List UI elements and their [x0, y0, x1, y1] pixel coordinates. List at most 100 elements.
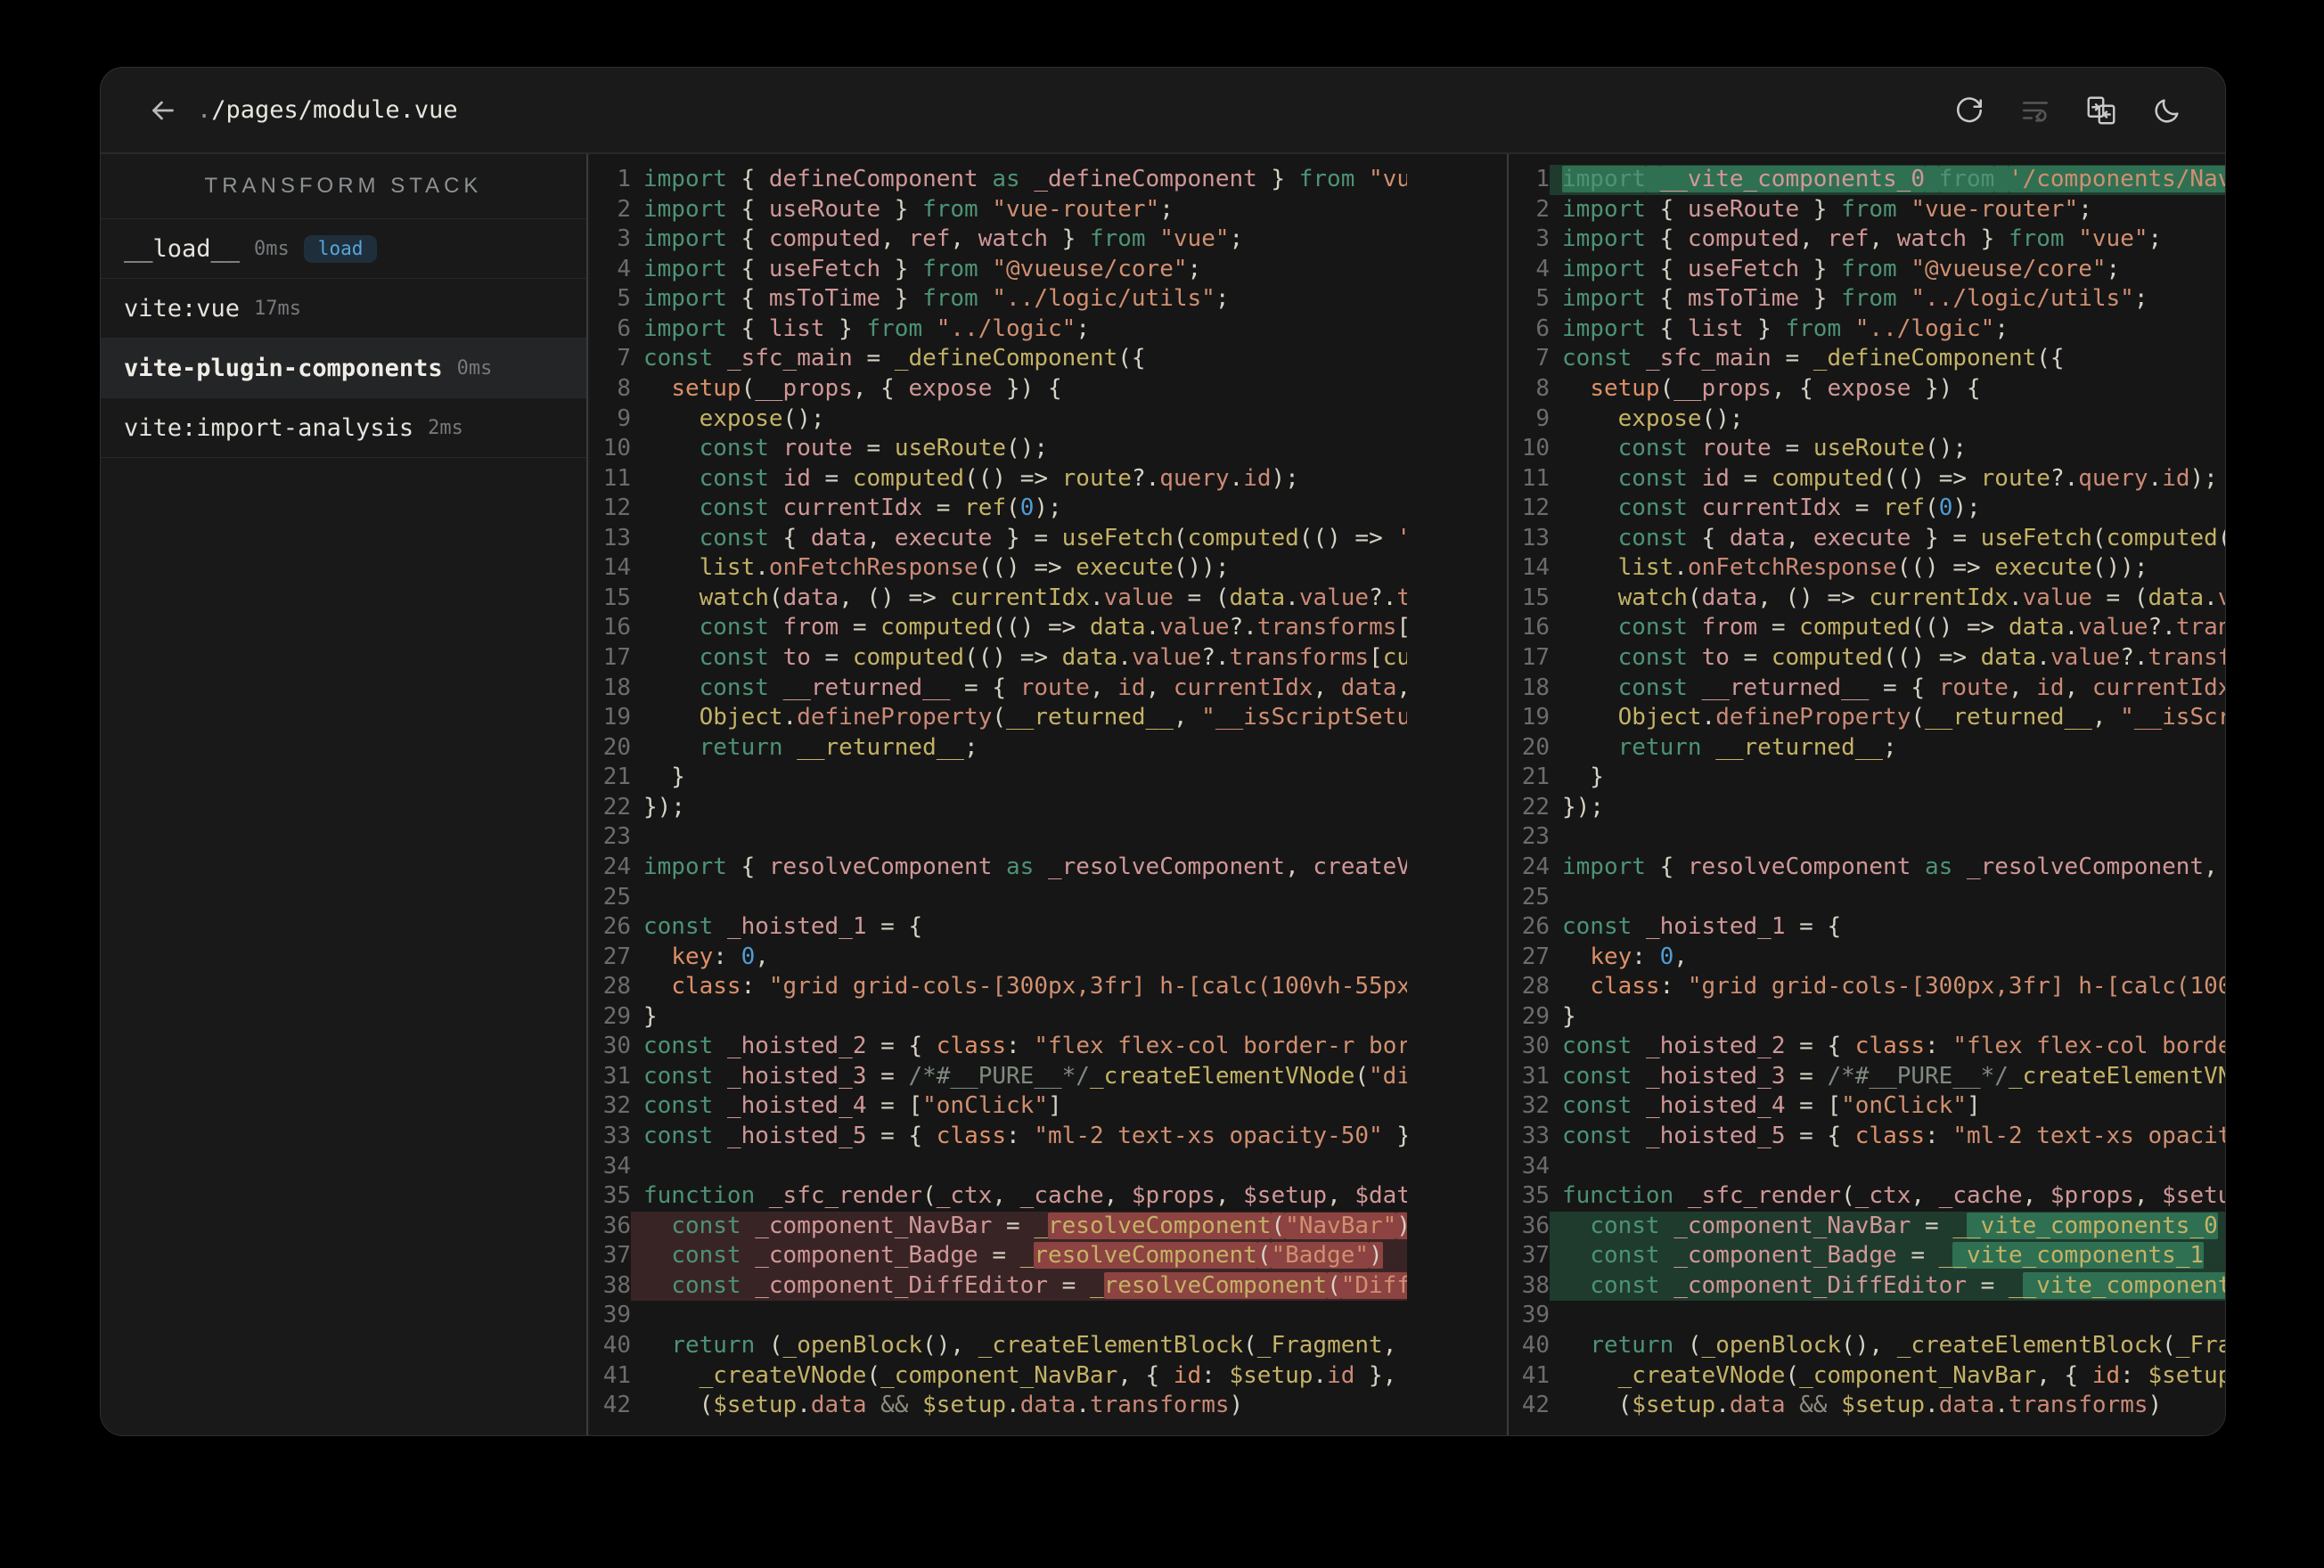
code-text: function _sfc_render(_ctx, _cache, $prop…	[1562, 1182, 2225, 1210]
line-number: 30	[602, 1033, 631, 1060]
back-button[interactable]	[145, 93, 181, 128]
code-line: 25	[1509, 883, 2225, 913]
header-actions	[1952, 94, 2184, 127]
code-line: 15 watch(data, () => currentIdx.value = …	[590, 584, 1407, 614]
code-line: 37 const _component_Badge = _resolveComp…	[590, 1241, 1407, 1271]
code-text: const _hoisted_4 = ["onClick"]	[643, 1092, 1062, 1120]
code-text: const from = computed(() => data.value?.…	[699, 614, 1407, 641]
code-text: const _hoisted_5 = { class: "ml-2 text-x…	[1562, 1123, 2225, 1149]
code-line: 29}	[590, 1002, 1407, 1033]
file-path-main: /pages/module.vue	[211, 96, 458, 124]
code-text: const to = computed(() => data.value?.tr…	[1617, 644, 2225, 671]
code-line: 26 const _hoisted_1 = {	[1509, 912, 2225, 943]
side-by-side-diff-icon	[2087, 96, 2115, 124]
code-line: 10 const route = useRoute();	[590, 434, 1407, 464]
code-text: import { list } from "../logic";	[1562, 314, 2009, 342]
line-number: 40	[1521, 1331, 1550, 1359]
code-text: const _sfc_main = _defineComponent({	[643, 345, 1146, 372]
code-line: 20 return __returned__;	[1509, 733, 2225, 764]
line-number: 30	[1521, 1033, 1550, 1060]
code-line: 27 key: 0,	[1509, 943, 2225, 973]
line-number: 4	[1535, 255, 1550, 282]
code-line: 41 _createVNode(_component_NavBar, { id:…	[590, 1361, 1407, 1392]
code-text: });	[1562, 793, 1604, 821]
code-line: 24 import { resolveComponent as _resolveC…	[590, 853, 1407, 883]
code-text: import { resolveComponent as _resolveCom…	[643, 853, 1407, 880]
side-by-side-toggle-button[interactable]	[2084, 94, 2118, 127]
line-number: 29	[1521, 1002, 1550, 1030]
code-line: 38 const _component_DiffEditor = __vite_…	[1509, 1270, 2225, 1302]
code-text: }	[643, 764, 685, 791]
line-number: 2	[1535, 195, 1550, 223]
code-line: 5 import { msToTime } from "../logic/util…	[590, 284, 1407, 314]
line-number: 3	[617, 225, 631, 253]
code-text: const route = useRoute();	[699, 435, 1049, 462]
line-number: 4	[617, 255, 631, 282]
word-wrap-icon	[2022, 101, 2049, 122]
transform-stack-item-vite-import-analysis[interactable]: vite:import-analysis 2ms	[101, 398, 586, 458]
code-line: 1 import __vite_components_0 from '/compo…	[1509, 165, 2225, 195]
line-number: 28	[602, 973, 631, 1000]
transform-stack-list: __load__ 0ms load vite:vue 17ms vite-plugin-c…	[101, 219, 586, 458]
code-line: 33 const _hoisted_5 = { class: "ml-2 text…	[590, 1122, 1407, 1152]
diff-panel-before[interactable]: 1 import { defineComponent as _defineComp…	[590, 154, 1407, 1435]
theme-toggle-button[interactable]	[2150, 94, 2184, 127]
line-number: 9	[617, 404, 631, 432]
line-number: 11	[602, 464, 631, 492]
code-line: 27 key: 0,	[590, 943, 1407, 973]
line-number: 19	[602, 704, 631, 731]
code-line: 23	[590, 822, 1407, 853]
code-line: 28 class: "grid grid-cols-[300px,3fr] h-…	[1509, 972, 2225, 1002]
code-text: watch(data, () => currentIdx.value = (da…	[1617, 584, 2225, 611]
code-line: 28 class: "grid grid-cols-[300px,3fr] h-…	[590, 972, 1407, 1002]
code-text: }	[1562, 764, 1604, 791]
code-line: 2 import { useRoute } from "vue-router";	[590, 195, 1407, 225]
line-number: 21	[1521, 764, 1550, 791]
line-number: 7	[1535, 345, 1550, 372]
line-number: 38	[602, 1271, 631, 1299]
code-text: const { data, execute } = useFetch(compu…	[699, 524, 1407, 551]
line-number: 37	[1521, 1242, 1550, 1270]
code-line: 9 expose();	[590, 404, 1407, 435]
plugin-name: __load__	[124, 234, 241, 263]
code-text: const from = computed(() => data.value?.…	[1617, 614, 2225, 641]
code-line: 24 import { resolveComponent as _resolveC…	[1509, 853, 2225, 883]
word-wrap-toggle-button[interactable]	[2018, 94, 2052, 127]
line-number: 34	[602, 1152, 631, 1180]
transform-stack-item-vite-plugin-components[interactable]: vite-plugin-components 0ms	[101, 339, 586, 398]
code-text: import { list } from "../logic";	[643, 314, 1090, 342]
line-number: 5	[1535, 285, 1550, 313]
code-line: 10 const route = useRoute();	[1509, 434, 2225, 464]
line-number: 29	[602, 1002, 631, 1030]
code-text: const to = computed(() => data.value?.tr…	[699, 644, 1407, 671]
code-text: list.onFetchResponse(() => execute());	[699, 554, 1230, 582]
line-number: 35	[602, 1182, 631, 1210]
code-text: return __returned__;	[1617, 733, 1897, 761]
refresh-button[interactable]	[1952, 94, 1986, 127]
transform-stack-item-vite-vue[interactable]: vite:vue 17ms	[101, 279, 586, 339]
code-text: ($setup.data && $setup.data.transforms)	[1562, 1392, 2163, 1419]
code-line: 40 return (_openBlock(), _createElementB…	[1509, 1331, 2225, 1361]
line-number: 1	[617, 166, 631, 192]
line-number: 18	[1521, 674, 1550, 701]
code-line: 1 import { defineComponent as _defineComp…	[590, 165, 1407, 195]
code-text: const id = computed(() => route?.query.i…	[1617, 464, 2218, 492]
line-number: 12	[602, 494, 631, 522]
diff-panel-after[interactable]: 1 import __vite_components_0 from '/compo…	[1509, 154, 2225, 1435]
code-text: import { msToTime } from "../logic/utils…	[1562, 285, 2148, 313]
transform-stack-item-load[interactable]: __load__ 0ms load	[101, 219, 586, 279]
line-number: 6	[617, 314, 631, 342]
code-line: 13 const { data, execute } = useFetch(co…	[590, 524, 1407, 554]
code-line: 8 setup(__props, { expose }) {	[1509, 374, 2225, 404]
code-line: 15 watch(data, () => currentIdx.value = …	[1509, 584, 2225, 614]
code-text: import { computed, ref, watch } from "vu…	[1562, 225, 2163, 253]
code-text: const _hoisted_1 = {	[643, 913, 923, 941]
transform-stack-sidebar: TRANSFORM STACK __load__ 0ms load vite:vue 1…	[101, 154, 588, 1435]
line-number: 32	[1521, 1092, 1550, 1120]
code-line: 35 function _sfc_render(_ctx, _cache, $pr…	[1509, 1181, 2225, 1212]
line-number: 21	[602, 764, 631, 791]
diff-view: 1 import { defineComponent as _defineComp…	[590, 154, 2225, 1435]
